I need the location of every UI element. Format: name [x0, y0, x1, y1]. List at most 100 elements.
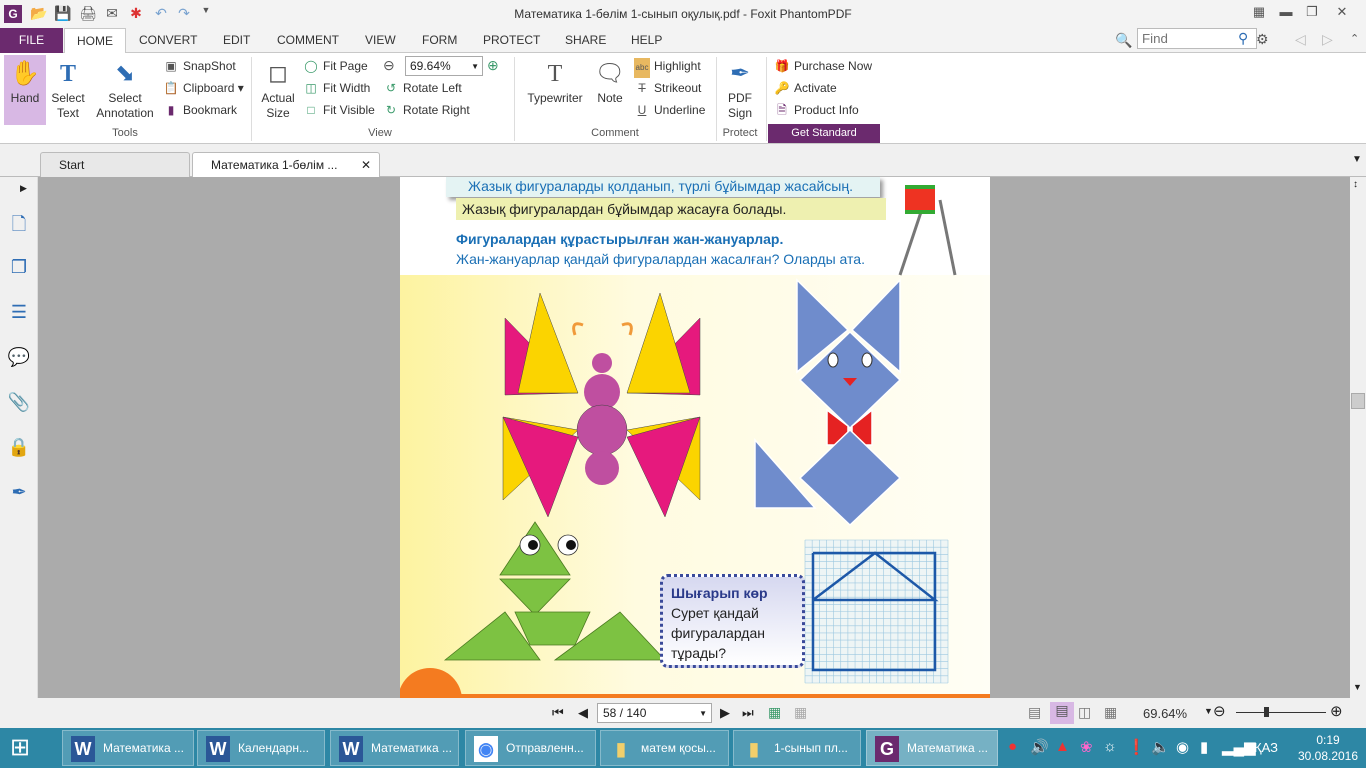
get-standard-button[interactable]: Get Standard	[768, 124, 880, 143]
tab-convert[interactable]: CONVERT	[127, 28, 209, 53]
volume-icon[interactable]: 🔊	[1030, 738, 1049, 756]
tab-scroll-icon[interactable]: ▼	[1352, 154, 1362, 165]
first-page-icon[interactable]: ⏮	[552, 705, 564, 721]
note-button[interactable]: 🗨 Note	[592, 59, 628, 106]
signature-icon[interactable]: ✒	[6, 482, 32, 508]
bookmark-button[interactable]: ▮ Bookmark	[163, 100, 237, 120]
activate-button[interactable]: 🔑 Activate	[774, 78, 837, 98]
speaker-icon[interactable]: 🔈	[1151, 738, 1170, 756]
scrollbar-thumb[interactable]	[1351, 393, 1365, 409]
taskbar-item[interactable]: G Математика ...	[866, 730, 998, 766]
minimize-button[interactable]: ▬	[1272, 4, 1300, 22]
zoom-slider[interactable]	[1236, 712, 1326, 713]
signal-icon[interactable]: ▂▄▆	[1222, 738, 1256, 756]
zoom-in-icon[interactable]: ⊕	[487, 57, 499, 74]
hand-button[interactable]: ✋ Hand	[4, 55, 46, 125]
snapshot-button[interactable]: ▣ SnapShot	[163, 56, 235, 76]
next-page-icon[interactable]: ▶	[720, 705, 730, 721]
settings-icon[interactable]: ⚙	[1256, 31, 1269, 48]
language-indicator[interactable]: ҚАЗ	[1254, 740, 1278, 755]
pdf-sign-button[interactable]: ✒ PDF Sign	[720, 59, 760, 121]
rotate-left-button[interactable]: ↺ Rotate Left	[383, 78, 462, 98]
tab-document[interactable]: Математика 1-бөлім ... ✕	[192, 152, 380, 177]
taskbar-item[interactable]: W Математика ...	[330, 730, 459, 766]
battery-icon[interactable]: ▮	[1200, 738, 1208, 756]
tab-home[interactable]: HOME	[64, 28, 126, 54]
layers-icon[interactable]: ☰	[6, 302, 32, 328]
select-annotation-button[interactable]: ⬊ Select Annotation	[92, 59, 158, 121]
next-icon[interactable]: ▷	[1322, 31, 1333, 48]
actual-size-button[interactable]: ◻ Actual Size	[258, 59, 298, 121]
previous-page-icon[interactable]: ◀	[578, 705, 588, 721]
fit-page-button[interactable]: ◯ Fit Page	[303, 56, 367, 76]
search-icon[interactable]: ⚲	[1238, 30, 1248, 47]
collapse-ribbon-icon[interactable]: ⌃	[1350, 32, 1359, 45]
product-info-button[interactable]: 🗎 Product Info	[774, 100, 859, 120]
continuous-page-icon[interactable]: ▤	[1050, 702, 1074, 724]
taskbar-item[interactable]: W Математика ...	[62, 730, 194, 766]
warning-icon[interactable]: ▲	[1055, 738, 1070, 755]
page-number-input[interactable]: 58 / 140 ▼	[597, 703, 712, 723]
highlight-button[interactable]: abc Highlight	[634, 56, 701, 78]
tab-share[interactable]: SHARE	[553, 28, 618, 53]
divider	[251, 57, 252, 141]
last-page-icon[interactable]: ⏭	[742, 705, 754, 721]
zoom-out-icon[interactable]: ⊖	[383, 57, 395, 74]
zoom-dropdown-icon[interactable]: ▼	[1204, 706, 1213, 716]
tab-file[interactable]: FILE	[0, 28, 63, 53]
fit-visible-button[interactable]: □ Fit Visible	[303, 100, 374, 120]
comment-group-label: Comment	[591, 127, 639, 139]
rotate-right-button[interactable]: ↻ Rotate Right	[383, 100, 470, 120]
clock[interactable]: 0:19 30.08.2016	[1296, 732, 1360, 764]
zoom-slider-thumb[interactable]	[1264, 707, 1269, 717]
clipboard-button[interactable]: 📋 Clipboard ▾	[163, 78, 244, 98]
facing-icon[interactable]: ◫	[1078, 704, 1091, 721]
purchase-now-button[interactable]: 🎁 Purchase Now	[774, 56, 873, 76]
tab-help[interactable]: HELP	[619, 28, 674, 53]
vertical-scrollbar[interactable]: ↕ ▼	[1350, 177, 1366, 698]
app-tray-icon[interactable]: ❀	[1080, 738, 1093, 756]
tab-protect[interactable]: PROTECT	[471, 28, 552, 53]
expand-panel-icon[interactable]: ▶	[20, 183, 27, 194]
tab-form[interactable]: FORM	[410, 28, 469, 53]
hand-icon: ✋	[10, 60, 40, 87]
start-button[interactable]: ⊞	[10, 736, 30, 760]
restore-button[interactable]: ❐	[1298, 4, 1326, 22]
update-icon[interactable]: ◉	[1176, 738, 1189, 756]
prev-icon[interactable]: ◁	[1295, 31, 1306, 48]
attachments-icon[interactable]: 📎	[6, 392, 32, 418]
typewriter-button[interactable]: T Typewriter	[522, 59, 588, 106]
zoom-select[interactable]: 69.64% ▼	[405, 56, 483, 76]
taskbar-item[interactable]: W Календарн...	[197, 730, 325, 766]
planet-icon[interactable]: ☼	[1103, 738, 1117, 755]
previous-view-icon[interactable]: ▦	[768, 704, 781, 721]
continuous-facing-icon[interactable]: ▦	[1104, 704, 1117, 721]
tab-edit[interactable]: EDIT	[211, 28, 262, 53]
taskbar-item[interactable]: ▮ 1-сынып пл...	[733, 730, 861, 766]
fit-width-button[interactable]: ◫ Fit Width	[303, 78, 370, 98]
pages-icon[interactable]: 🗋	[6, 212, 32, 238]
close-tab-icon[interactable]: ✕	[361, 153, 371, 177]
comments-icon[interactable]: 💬	[6, 347, 32, 373]
zoom-in-button[interactable]: ⊕	[1330, 702, 1343, 720]
strikeout-button[interactable]: T Strikeout	[634, 78, 701, 98]
taskbar-item[interactable]: ◉ Отправленн...	[465, 730, 596, 766]
search-folder-icon[interactable]: 🔍	[1115, 32, 1132, 49]
select-text-button[interactable]: T Select Text	[48, 59, 88, 121]
thumbnails-icon[interactable]: ❐	[6, 257, 32, 283]
underline-button[interactable]: U Underline	[634, 100, 706, 120]
network-alert-icon[interactable]: ❗	[1127, 738, 1146, 756]
security-icon[interactable]: 🔒	[6, 437, 32, 463]
antivirus-icon[interactable]: ●	[1008, 738, 1017, 755]
next-view-icon[interactable]: ▦	[794, 704, 807, 721]
scroll-down-icon[interactable]: ▼	[1353, 682, 1362, 692]
taskbar-item[interactable]: ▮ матем қосы...	[600, 730, 729, 766]
zoom-level[interactable]: 69.64%	[1143, 706, 1187, 721]
fullscreen-icon[interactable]: ▦	[1245, 4, 1273, 22]
tab-view[interactable]: VIEW	[353, 28, 408, 53]
close-button[interactable]: ✕	[1328, 4, 1356, 22]
single-page-icon[interactable]: ▤	[1028, 704, 1041, 721]
tab-start[interactable]: Start	[40, 152, 190, 177]
tab-comment[interactable]: COMMENT	[265, 28, 351, 53]
zoom-out-button[interactable]: ⊖	[1213, 702, 1226, 720]
